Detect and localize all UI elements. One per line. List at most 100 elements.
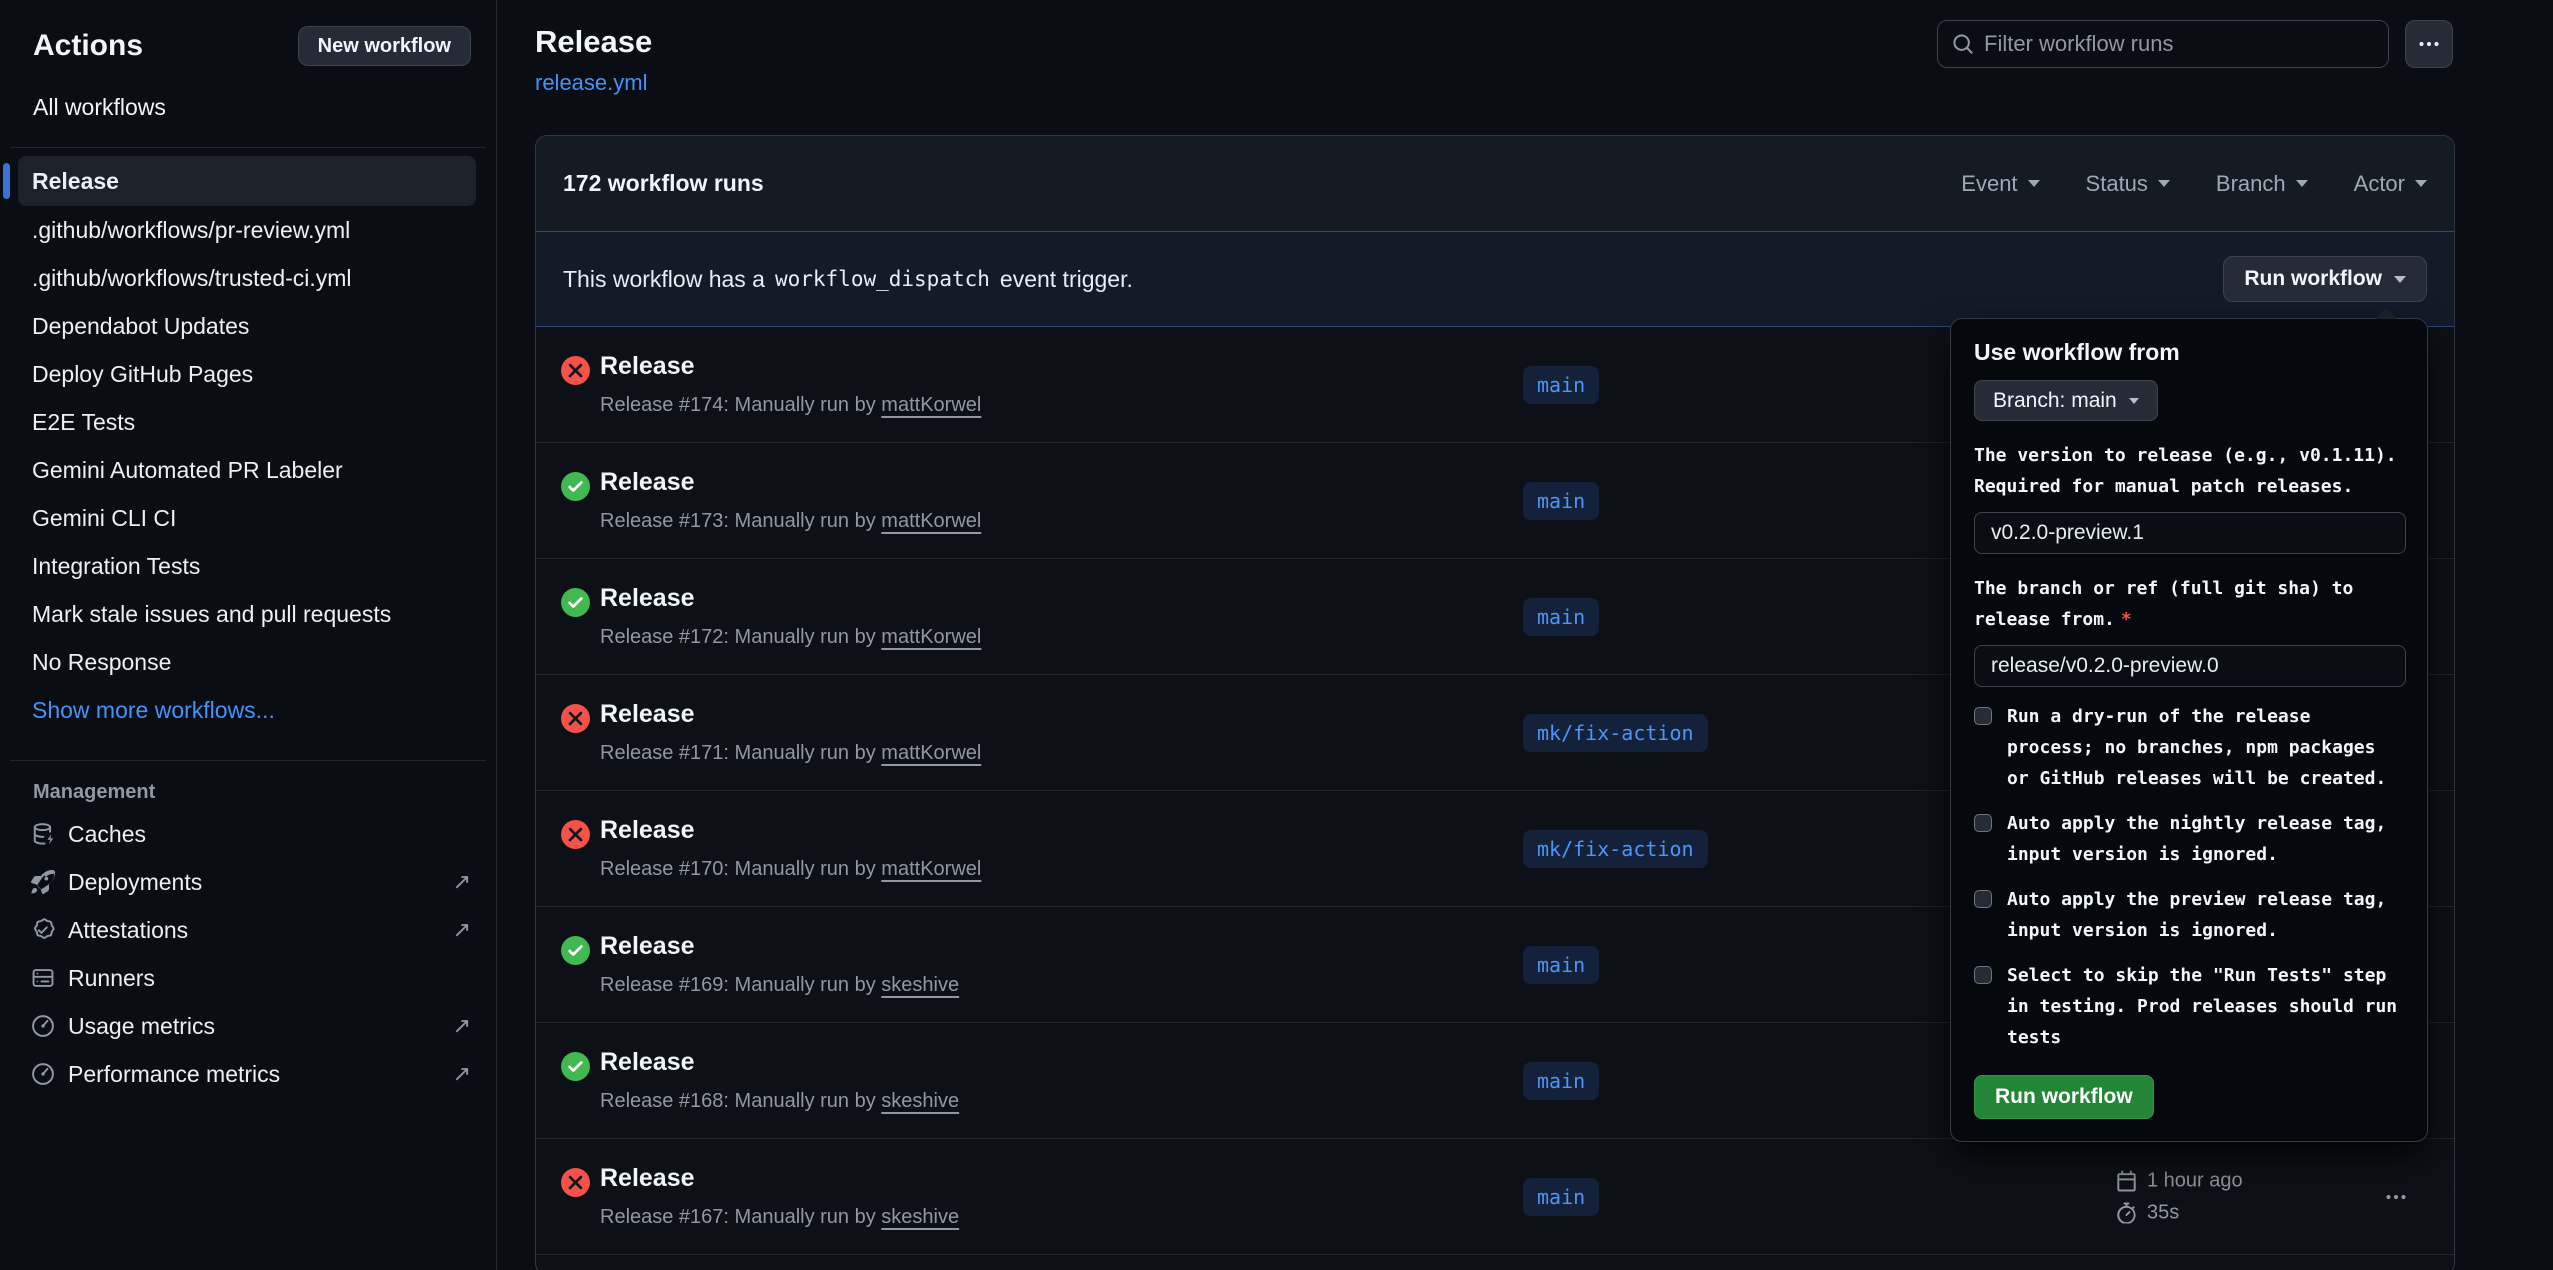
run-title-link[interactable]: Release [600,468,695,497]
sidebar-workflow-label: Integration Tests [32,553,200,580]
new-workflow-button[interactable]: New workflow [298,26,471,66]
branch-pill[interactable]: main [1523,482,1599,520]
run-actor-link[interactable]: skeshive [881,974,959,996]
meter-icon [31,1062,55,1086]
management-item-usage-metrics[interactable]: Usage metrics ↗ [0,1002,496,1050]
filter-workflow-runs-box[interactable] [1937,20,2389,68]
branch-pill[interactable]: mk/fix-action [1523,714,1708,752]
skip-tests-checkbox-row: Select to skip the "Run Tests" step in t… [1974,960,2404,1053]
check-circle-icon [561,472,590,501]
skip-tests-checkbox-label[interactable]: Select to skip the "Run Tests" step in t… [2007,960,2404,1053]
run-description: Release #170: Manually run by mattKorwel [600,858,981,881]
branch-pill[interactable]: mk/fix-action [1523,830,1708,868]
workflow-run-row[interactable]: Release Release #167: Manually run by sk… [536,1139,2454,1255]
preview-tag-checkbox[interactable] [1974,890,1992,908]
run-actor-link[interactable]: mattKorwel [881,394,981,416]
dry-run-checkbox-label[interactable]: Run a dry-run of the release process; no… [2007,701,2404,794]
sidebar-title: Actions [33,29,143,63]
sidebar-workflow-label: No Response [32,649,171,676]
kebab-horizontal-icon [2384,1185,2408,1209]
management-item-attestations[interactable]: Attestations ↗ [0,906,496,954]
sidebar-workflow-label: Mark stale issues and pull requests [32,601,391,628]
run-title-link[interactable]: Release [600,816,695,845]
branch-pill[interactable]: main [1523,1178,1599,1216]
run-actor-link[interactable]: mattKorwel [881,510,981,532]
management-item-performance-metrics[interactable]: Performance metrics ↗ [0,1050,496,1098]
sidebar-workflow-item[interactable]: Mark stale issues and pull requests [0,590,496,638]
run-actor-link[interactable]: mattKorwel [881,858,981,880]
branch-pill[interactable]: main [1523,1062,1599,1100]
sidebar-workflow-item[interactable]: Deploy GitHub Pages [0,350,496,398]
workflow-file-link[interactable]: release.yml [535,70,647,96]
sidebar-item-all-workflows[interactable]: All workflows [33,94,166,121]
run-workflow-panel: Use workflow from Branch: main The versi… [1950,318,2428,1142]
x-circle-icon [561,704,590,733]
sidebar-workflow-item[interactable]: Integration Tests [0,542,496,590]
runs-count: 172 workflow runs [563,170,764,197]
ref-input[interactable] [1974,645,2406,687]
run-title-link[interactable]: Release [600,1164,695,1193]
dry-run-checkbox[interactable] [1974,707,1992,725]
sidebar-workflow-item[interactable]: Gemini Automated PR Labeler [0,446,496,494]
branch-pill[interactable]: main [1523,598,1599,636]
run-description-text: Release #172: Manually run by [600,626,876,648]
run-actor-link[interactable]: skeshive [881,1090,959,1112]
sidebar-workflow-item[interactable]: .github/workflows/pr-review.yml [0,206,496,254]
run-title-link[interactable]: Release [600,352,695,381]
management-item-caches[interactable]: Caches [0,810,496,858]
run-actor-link[interactable]: mattKorwel [881,626,981,648]
sidebar-workflow-item[interactable]: .github/workflows/trusted-ci.yml [0,254,496,302]
skip-tests-checkbox[interactable] [1974,966,1992,984]
required-asterisk: * [2121,609,2132,630]
sidebar-workflow-label: Dependabot Updates [32,313,249,340]
filter-workflow-runs-input[interactable] [1984,31,2374,57]
preview-tag-checkbox-row: Auto apply the preview release tag, inpu… [1974,884,2404,946]
filter-actor-dropdown[interactable]: Actor [2354,171,2427,197]
run-description-text: Release #171: Manually run by [600,742,876,764]
run-actor-link[interactable]: skeshive [881,1206,959,1228]
management-item-label: Usage metrics [68,1013,215,1040]
chevron-down-icon [2158,180,2170,187]
management-item-deployments[interactable]: Deployments ↗ [0,858,496,906]
sidebar-workflow-item[interactable]: Dependabot Updates [0,302,496,350]
sidebar-divider [10,147,486,148]
run-kebab-button[interactable] [2376,1177,2416,1217]
run-description: Release #173: Manually run by mattKorwel [600,510,981,533]
workflow-options-kebab-button[interactable] [2405,20,2453,68]
sidebar-workflow-item-selected[interactable]: Release [18,156,476,206]
runs-list-header: 172 workflow runs Event Status Branch Ac… [536,136,2454,231]
run-description: Release #169: Manually run by skeshive [600,974,959,997]
branch-pill[interactable]: main [1523,366,1599,404]
preview-tag-checkbox-label[interactable]: Auto apply the preview release tag, inpu… [2007,884,2404,946]
branch-pill[interactable]: main [1523,946,1599,984]
run-workflow-submit-button[interactable]: Run workflow [1974,1075,2154,1119]
filter-event-dropdown[interactable]: Event [1961,171,2039,197]
nightly-tag-checkbox[interactable] [1974,814,1992,832]
sidebar-workflow-item[interactable]: E2E Tests [0,398,496,446]
run-actor-link[interactable]: mattKorwel [881,742,981,764]
filter-status-dropdown[interactable]: Status [2086,171,2170,197]
external-link-arrow-icon: ↗ [453,917,471,943]
sidebar-workflow-item[interactable]: Gemini CLI CI [0,494,496,542]
show-more-workflows-link[interactable]: Show more workflows... [0,686,496,734]
actions-sidebar: Actions New workflow All workflows Relea… [0,0,497,1270]
nightly-tag-checkbox-label[interactable]: Auto apply the nightly release tag, inpu… [2007,808,2404,870]
run-workflow-dropdown-button[interactable]: Run workflow [2223,256,2427,302]
panel-field: The branch or ref (full git sha) to rele… [1974,573,2404,687]
run-title-link[interactable]: Release [600,584,695,613]
panel-heading: Use workflow from [1974,339,2404,366]
run-title-link[interactable]: Release [600,1048,695,1077]
field-label: The branch or ref (full git sha) to rele… [1974,573,2404,635]
sidebar-workflow-item[interactable]: No Response [0,638,496,686]
management-item-runners[interactable]: Runners [0,954,496,1002]
panel-field: The version to release (e.g., v0.1.11). … [1974,440,2404,554]
filter-branch-dropdown[interactable]: Branch [2216,171,2308,197]
version-input[interactable] [1974,512,2406,554]
run-description: Release #174: Manually run by mattKorwel [600,394,981,417]
run-title-link[interactable]: Release [600,932,695,961]
panel-checkboxes: Run a dry-run of the release process; no… [1974,701,2404,1053]
run-title-link[interactable]: Release [600,700,695,729]
page-title: Release [535,24,652,60]
branch-select-button[interactable]: Branch: main [1974,380,2158,421]
sidebar-workflow-label: .github/workflows/trusted-ci.yml [32,265,352,292]
